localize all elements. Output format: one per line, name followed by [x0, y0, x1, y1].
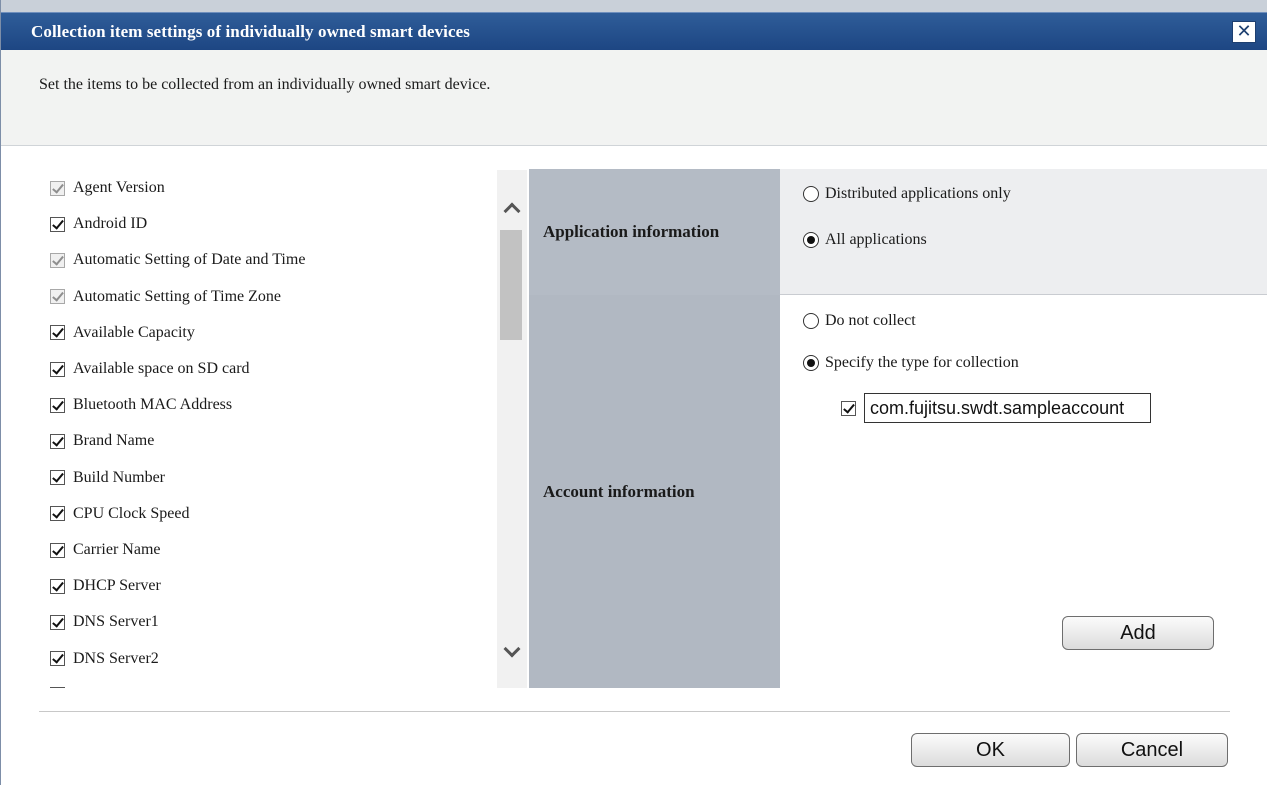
settings-table: Application information Distributed appl…: [529, 169, 1267, 688]
list-item[interactable]: Android ID: [50, 209, 147, 239]
list-item[interactable]: Brand Name: [50, 426, 154, 456]
account-type-input[interactable]: com.fujitsu.swdt.sampleaccount: [864, 393, 1151, 423]
radio-label-all-applications: All applications: [825, 231, 927, 248]
add-button[interactable]: Add: [1062, 616, 1214, 650]
radio-do-not-collect[interactable]: Do not collect: [803, 312, 916, 330]
list-item[interactable]: Available space on SD card: [50, 354, 250, 384]
item-checkbox[interactable]: [50, 542, 65, 558]
item-checkbox[interactable]: [50, 687, 65, 688]
list-item[interactable]: Data Roaming: [50, 680, 166, 688]
list-item[interactable]: Available Capacity: [50, 318, 195, 348]
title-bar: Collection item settings of individually…: [1, 12, 1267, 50]
list-item[interactable]: Build Number: [50, 463, 165, 493]
cancel-button[interactable]: Cancel: [1076, 733, 1228, 767]
item-label: Brand Name: [73, 432, 155, 450]
account-type-entry: com.fujitsu.swdt.sampleaccount: [841, 393, 1151, 423]
item-checkbox[interactable]: [50, 470, 65, 486]
footer-divider: [39, 711, 1230, 712]
radio-button-specify-type[interactable]: [803, 355, 819, 371]
chevron-down-icon: [503, 640, 521, 658]
item-checkbox: [50, 180, 65, 196]
description-text: Set the items to be collected from an in…: [39, 76, 491, 93]
list-item: Automatic Setting of Time Zone: [50, 282, 281, 312]
item-checkbox[interactable]: [50, 216, 65, 232]
item-checkbox[interactable]: [50, 361, 65, 377]
application-info-header: Application information: [529, 169, 780, 295]
list-item[interactable]: DHCP Server: [50, 571, 161, 601]
item-checkbox: [50, 289, 65, 305]
radio-button-distributed[interactable]: [803, 186, 819, 202]
radio-button-do-not-collect[interactable]: [803, 313, 819, 329]
item-label: CPU Clock Speed: [73, 504, 190, 522]
account-type-checkbox[interactable]: [841, 400, 856, 416]
application-info-row: Application information Distributed appl…: [529, 169, 1267, 295]
item-checkbox[interactable]: [50, 578, 65, 594]
collection-items-list: Agent Version Android ID Automatic Setting…: [36, 170, 496, 688]
ok-button[interactable]: OK: [911, 733, 1070, 767]
item-checkbox[interactable]: [50, 651, 65, 667]
item-label: Data Roaming: [73, 686, 166, 688]
list-item[interactable]: DNS Server1: [50, 607, 159, 637]
scroll-up-button[interactable]: [497, 188, 527, 228]
item-checkbox[interactable]: [50, 614, 65, 630]
radio-button-all-applications[interactable]: [803, 232, 819, 248]
item-label: Bluetooth MAC Address: [73, 396, 233, 414]
item-label: Automatic Setting of Time Zone: [73, 287, 281, 305]
radio-specify-type[interactable]: Specify the type for collection: [803, 354, 1019, 372]
item-checkbox[interactable]: [50, 325, 65, 341]
item-label: DNS Server1: [73, 613, 159, 631]
item-label: DHCP Server: [73, 577, 161, 595]
scroll-down-button[interactable]: [497, 632, 527, 672]
radio-label-do-not-collect: Do not collect: [825, 312, 916, 329]
item-checkbox[interactable]: [50, 397, 65, 413]
radio-label-distributed: Distributed applications only: [825, 185, 1011, 202]
item-label: Build Number: [73, 468, 165, 486]
item-checkbox[interactable]: [50, 433, 65, 449]
account-info-row: Account information Do not collect Speci…: [529, 295, 1267, 688]
radio-distributed-apps-only[interactable]: Distributed applications only: [803, 185, 1011, 203]
item-label: Available space on SD card: [73, 360, 250, 377]
item-label: Agent Version: [73, 179, 165, 196]
list-item[interactable]: DNS Server2: [50, 644, 159, 674]
close-icon[interactable]: ✕: [1232, 21, 1256, 43]
list-item[interactable]: CPU Clock Speed: [50, 499, 189, 529]
radio-label-specify-type: Specify the type for collection: [825, 354, 1019, 371]
collection-settings-dialog: Collection item settings of individually…: [0, 0, 1267, 785]
item-label: Available Capacity: [73, 323, 195, 341]
item-label: Automatic Setting of Date and Time: [73, 251, 306, 269]
list-scrollbar[interactable]: [497, 170, 527, 688]
item-checkbox: [50, 252, 65, 268]
window-top-strip: [1, 0, 1267, 12]
chevron-up-icon: [503, 202, 521, 220]
list-item: Agent Version: [50, 173, 165, 203]
radio-all-applications[interactable]: All applications: [803, 231, 927, 249]
list-item: Automatic Setting of Date and Time: [50, 245, 305, 275]
item-label: Carrier Name: [73, 541, 161, 558]
list-item[interactable]: Bluetooth MAC Address: [50, 390, 232, 420]
item-label: Android ID: [73, 215, 148, 233]
account-info-header: Account information: [529, 295, 780, 688]
item-label: DNS Server2: [73, 649, 159, 667]
list-item[interactable]: Carrier Name: [50, 535, 161, 565]
scrollbar-thumb[interactable]: [500, 230, 522, 340]
description-panel: Set the items to be collected from an in…: [1, 50, 1267, 146]
item-checkbox[interactable]: [50, 506, 65, 522]
dialog-title: Collection item settings of individually…: [31, 22, 471, 41]
